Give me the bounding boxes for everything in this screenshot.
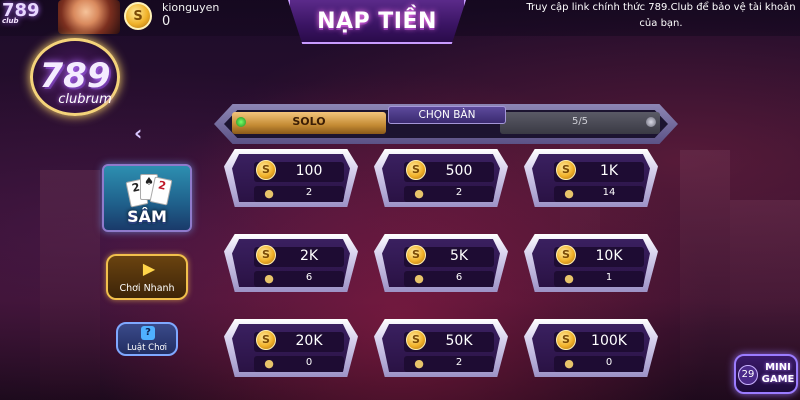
coin-icon: S xyxy=(256,330,276,350)
player-count: 1 xyxy=(605,272,613,283)
solo-toggle[interactable]: SOLO xyxy=(232,112,386,134)
user-icon: ● xyxy=(264,187,274,200)
player-count: 2 xyxy=(305,187,313,198)
logo-number: 789 xyxy=(39,56,111,96)
table-tile[interactable]: S 1K ● 14 xyxy=(524,149,658,207)
bet-amount: 20K xyxy=(295,333,323,349)
tile-inner: S 5K ● 6 xyxy=(382,239,500,287)
coin-icon: S xyxy=(406,330,426,350)
bet-amount: 1K xyxy=(599,163,619,179)
page-title-banner[interactable]: NẠP TIỀN xyxy=(288,0,466,44)
quick-play-label: Chơi Nhanh xyxy=(119,283,175,294)
inactive-dot-icon xyxy=(646,117,656,127)
mini-game-button[interactable]: 29 MINI GAME xyxy=(734,354,798,394)
table-tile[interactable]: S 2K ● 6 xyxy=(224,234,358,292)
player-count: 2 xyxy=(455,357,463,368)
small-logo: 789 club xyxy=(2,0,56,36)
tile-inner: S 20K ● 0 xyxy=(232,324,350,372)
background-building xyxy=(40,170,100,400)
tile-inner: S 10K ● 1 xyxy=(532,239,650,287)
playing-card: 2 xyxy=(149,176,173,206)
bet-amount: 500 xyxy=(445,163,473,179)
user-icon: ● xyxy=(564,272,574,285)
play-icon: ▶ xyxy=(142,259,156,278)
table-tile[interactable]: S 500 ● 2 xyxy=(374,149,508,207)
tile-inner: S 2K ● 6 xyxy=(232,239,350,287)
game-card-sam[interactable]: 2 ♠ 2 SÂM xyxy=(102,164,192,232)
user-icon: ● xyxy=(564,357,574,370)
table-tile[interactable]: S 10K ● 1 xyxy=(524,234,658,292)
player-count: 0 xyxy=(305,357,313,368)
tile-inner: S 100 ● 2 xyxy=(232,154,350,202)
choose-table-button[interactable]: CHỌN BÀN xyxy=(388,106,506,124)
coin-icon: S xyxy=(256,160,276,180)
user-icon: ● xyxy=(264,357,274,370)
player-count: 6 xyxy=(455,272,463,283)
bet-amount: 100 xyxy=(295,163,323,179)
table-count-label: 5/5 xyxy=(571,116,589,127)
user-icon: ● xyxy=(564,187,574,200)
player-count: 6 xyxy=(305,272,313,283)
bet-amount: 10K xyxy=(595,248,623,264)
coin-icon: S xyxy=(256,245,276,265)
rules-label: Luật Chơi xyxy=(126,343,168,353)
game-card-label: SÂM xyxy=(127,207,167,226)
bet-amount: 50K xyxy=(445,333,473,349)
tile-inner: S 100K ● 0 xyxy=(532,324,650,372)
question-icon: ? xyxy=(141,326,155,340)
coin-icon: S xyxy=(406,245,426,265)
tile-inner: S 1K ● 14 xyxy=(532,154,650,202)
user-icon: ● xyxy=(414,357,424,370)
avatar[interactable] xyxy=(58,0,120,34)
mini-game-label-line1: MINI xyxy=(765,362,791,373)
table-count[interactable]: 5/5 xyxy=(500,112,660,134)
user-icon: ● xyxy=(414,187,424,200)
coin-icon: S xyxy=(556,245,576,265)
coin-icon: S xyxy=(406,160,426,180)
tile-inner: S 500 ● 2 xyxy=(382,154,500,202)
page-title: NẠP TIỀN xyxy=(317,8,437,34)
notice-text: Truy cập link chính thức 789.Club để bảo… xyxy=(526,2,796,29)
bet-amount: 5K xyxy=(449,248,469,264)
rules-button[interactable]: ? Luật Chơi xyxy=(116,322,178,356)
coin-icon: S xyxy=(556,160,576,180)
username: kionguyen xyxy=(162,1,220,14)
mini-game-label-line2: GAME xyxy=(761,374,795,385)
coin-icon[interactable]: S xyxy=(124,2,152,30)
chevron-left-icon[interactable]: ‹ xyxy=(134,122,152,144)
tile-inner: S 50K ● 2 xyxy=(382,324,500,372)
playing-cards-icon: 2 ♠ 2 xyxy=(125,172,173,208)
quick-play-button[interactable]: ▶ Chơi Nhanh xyxy=(106,254,188,300)
mini-game-label: MINI GAME xyxy=(758,362,798,386)
coin-icon: S xyxy=(556,330,576,350)
table-tile[interactable]: S 50K ● 2 xyxy=(374,319,508,377)
user-icon: ● xyxy=(414,272,424,285)
mini-game-count: 29 xyxy=(738,365,758,385)
player-count: 2 xyxy=(455,187,463,198)
background-building xyxy=(680,150,730,400)
table-tile[interactable]: S 20K ● 0 xyxy=(224,319,358,377)
player-count: 14 xyxy=(602,187,616,198)
player-count: 0 xyxy=(605,357,613,368)
balance: 0 xyxy=(162,14,171,29)
table-tile[interactable]: S 5K ● 6 xyxy=(374,234,508,292)
user-icon: ● xyxy=(264,272,274,285)
solo-label: SOLO xyxy=(292,115,326,128)
brand-logo: 789 clubrum xyxy=(10,38,138,116)
bet-amount: 2K xyxy=(299,248,319,264)
table-tile[interactable]: S 100K ● 0 xyxy=(524,319,658,377)
logo-text: clubrum xyxy=(58,92,112,107)
table-tile[interactable]: S 100 ● 2 xyxy=(224,149,358,207)
bet-amount: 100K xyxy=(591,333,627,349)
